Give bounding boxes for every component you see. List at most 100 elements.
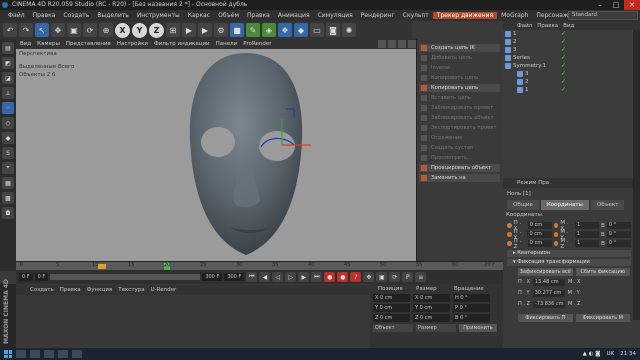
maximize-view-icon[interactable]: [408, 40, 416, 48]
panel-command[interactable]: Добавить цель: [419, 54, 500, 62]
menu-item[interactable]: Выделить: [93, 12, 132, 19]
panel-command[interactable]: Вставить цепь: [419, 94, 500, 102]
light-icon[interactable]: ✺: [342, 23, 356, 37]
attribute-tab[interactable]: Общие: [507, 200, 539, 210]
panel-command[interactable]: Inverse: [419, 64, 500, 72]
visibility-check-icon[interactable]: ✓: [561, 87, 567, 93]
camera-icon[interactable]: ◙: [326, 23, 340, 37]
orbit-icon[interactable]: [398, 40, 406, 48]
play-icon[interactable]: ▷: [285, 272, 297, 282]
apply-button[interactable]: Применить: [459, 324, 497, 332]
visibility-check-icon[interactable]: ✓: [561, 47, 567, 53]
preview-end-field[interactable]: 300 F: [224, 273, 245, 281]
select-icon[interactable]: ↖: [35, 23, 49, 37]
attribute-tab[interactable]: Объект: [590, 200, 625, 210]
explorer-icon[interactable]: [16, 350, 26, 358]
model-mode-icon[interactable]: ◩: [2, 57, 14, 69]
y-axis-toggle[interactable]: Y: [132, 22, 147, 38]
visibility-check-icon[interactable]: ✓: [561, 71, 567, 77]
menu-item[interactable]: Объём: [214, 12, 243, 19]
menu-item[interactable]: Симуляция: [314, 12, 357, 19]
visibility-check-icon[interactable]: ✓: [561, 79, 567, 85]
end-frame-field[interactable]: 300 F: [202, 273, 223, 281]
viewport-menu-item[interactable]: Представление: [66, 41, 111, 47]
language-indicator[interactable]: UK: [607, 351, 615, 357]
freeze-position-button[interactable]: Фиксировать П: [518, 314, 573, 322]
panel-command[interactable]: Заменить на: [419, 174, 500, 182]
goto-start-icon[interactable]: ⏮: [246, 272, 258, 282]
panel-command[interactable]: Заблокировать объект: [419, 114, 500, 122]
sculpt-icon[interactable]: S: [2, 147, 14, 159]
edges-mode-icon[interactable]: ◇: [2, 117, 14, 129]
object-row[interactable]: 3 ✓: [503, 70, 633, 78]
object-row[interactable]: 1 ✓: [503, 86, 633, 94]
material-menu-item[interactable]: Правка: [60, 287, 81, 293]
grid-icon[interactable]: ▩: [2, 192, 14, 204]
render-picture-icon[interactable]: ▶: [198, 23, 212, 37]
viewport-menu-item[interactable]: Вид: [20, 41, 31, 47]
windows-start-icon[interactable]: [4, 350, 12, 358]
menu-item[interactable]: Персонаж: [532, 12, 572, 19]
panel-command[interactable]: Отражение: [419, 134, 500, 142]
browser-icon[interactable]: [30, 350, 40, 358]
menu-item[interactable]: Создать: [59, 12, 93, 19]
app-task-icon[interactable]: [72, 350, 82, 358]
coord-field[interactable]: 0 cm: [527, 231, 552, 238]
position-field[interactable]: X 0 cm: [373, 294, 410, 302]
rotation-field[interactable]: H 0 °: [453, 294, 490, 302]
menu-item[interactable]: MoGraph: [497, 12, 532, 19]
keyframe-selection-icon[interactable]: ?: [350, 272, 362, 282]
frozen-field[interactable]: -73.836 cm: [532, 300, 565, 308]
object-menu-item[interactable]: Вид: [563, 23, 574, 29]
coord-mode-select[interactable]: Объект: [373, 324, 413, 332]
lock-icon[interactable]: ◘: [2, 207, 14, 219]
menu-item[interactable]: Скульпт: [399, 12, 433, 19]
object-row[interactable]: 2 ✓: [503, 38, 633, 46]
visibility-check-icon[interactable]: ✓: [561, 63, 567, 69]
array-icon[interactable]: ❖: [278, 23, 292, 37]
play-backward-icon[interactable]: ◁: [272, 272, 284, 282]
recent-tools-icon[interactable]: ⊕: [99, 23, 113, 37]
keyframe-dot-icon[interactable]: [553, 223, 559, 228]
side-tab-strip[interactable]: [633, 30, 640, 320]
keyframe-dot-icon[interactable]: [507, 241, 512, 246]
object-row[interactable]: Symmetry.1 ✓: [503, 62, 633, 70]
position-key-icon[interactable]: ✥: [363, 272, 375, 282]
object-menu-item[interactable]: Правка: [537, 23, 558, 29]
tray-icons[interactable]: ▲ ◐ ◙: [583, 351, 601, 357]
visibility-check-icon[interactable]: ✓: [561, 31, 567, 37]
record-icon[interactable]: ●: [324, 272, 336, 282]
undo-icon[interactable]: ↶: [3, 23, 17, 37]
panel-command[interactable]: Копировать цепь: [419, 74, 500, 82]
workplane-icon[interactable]: ▦: [2, 177, 14, 189]
freeze-scale-button[interactable]: Фиксировать М: [575, 314, 630, 322]
material-area[interactable]: [16, 295, 370, 347]
panel-command[interactable]: Копировать цепь: [419, 84, 500, 92]
panel-command[interactable]: Экспортировать проект: [419, 124, 500, 132]
object-row[interactable]: 1 ✓: [503, 30, 633, 38]
viewport-menu-item[interactable]: Панели: [216, 41, 238, 47]
floor-icon[interactable]: ▭: [310, 23, 324, 37]
viewport-menu-item[interactable]: Фильтр индикации: [154, 41, 210, 47]
material-menu-item[interactable]: Функция: [87, 287, 113, 293]
keyframe-dot-icon[interactable]: [507, 223, 512, 228]
keyframe-dot-icon[interactable]: [553, 232, 559, 237]
pen-icon[interactable]: ✎: [246, 23, 260, 37]
viewport-menu-item[interactable]: Настройки: [117, 41, 148, 47]
object-menu-item[interactable]: Файл: [517, 23, 532, 29]
rotation-field[interactable]: B 0 °: [453, 314, 490, 322]
reset-freeze-button[interactable]: Сбить фиксацию: [575, 268, 630, 276]
next-key-icon[interactable]: ▶: [298, 272, 310, 282]
menu-item[interactable]: Правка: [29, 12, 60, 19]
coord-field[interactable]: 1: [575, 222, 600, 229]
size-field[interactable]: Z 0 cm: [413, 314, 450, 322]
keyframe-dot-icon[interactable]: [553, 241, 559, 246]
goto-end-icon[interactable]: ⏭: [311, 272, 323, 282]
clock[interactable]: 21:34: [620, 351, 636, 357]
autokey-icon[interactable]: ●: [337, 272, 349, 282]
timeline-ruler[interactable]: 20 F 0 5 10 15 20 25 30 35 40 45 50 55 60: [16, 261, 503, 271]
menu-item[interactable]: Анимация: [274, 12, 314, 19]
viewport-menu-item[interactable]: ProRender: [243, 41, 271, 47]
cube-icon[interactable]: ■: [230, 23, 244, 37]
frozen-field[interactable]: 30.277 cm: [532, 289, 565, 297]
